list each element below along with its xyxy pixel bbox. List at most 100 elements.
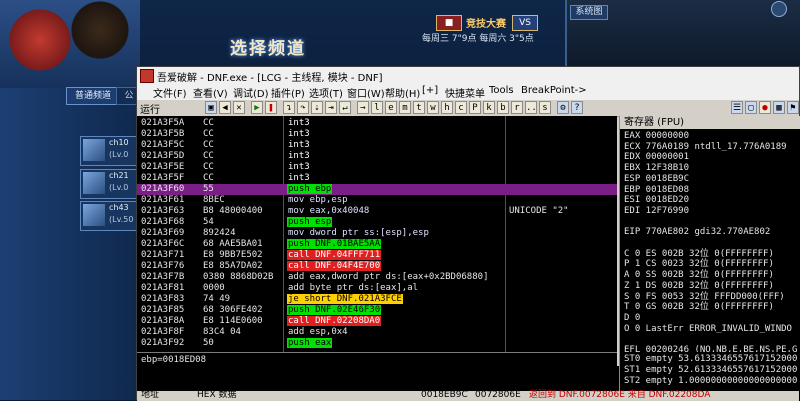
channel-level: (Lv.0 [109,150,129,159]
run-icon[interactable]: ▶ [251,101,263,114]
disasm-row[interactable]: 021A3F5E CC int3 [137,162,617,173]
toolbar-letter-h[interactable]: h [441,101,453,114]
pause-icon[interactable]: ❚ [265,101,277,114]
instruction-text: add byte ptr ds:[eax],al [288,283,419,293]
title-bar[interactable]: 吾爱破解 - DNF.exe - [LCG - 主线程, 模块 - DNF] [137,67,799,85]
registers-panel[interactable]: 寄存器 (FPU) EAX 00000000 ECX 776A0189 ntdll… [619,116,800,352]
disasm-row[interactable]: 021A3F63 B8 48000400 mov eax,0x40048 UNICOD… [137,206,617,217]
instruction-text: int3 [288,129,310,139]
toolbar-letter-e[interactable]: e [385,101,397,114]
menu-shortcut[interactable]: 快捷菜单 [445,85,485,100]
disasm-instruction: int3 [287,173,311,184]
disasm-row[interactable]: 021A3F92 50 push eax [137,338,617,349]
menu-options[interactable]: 选项(T) [309,85,343,100]
event-schedule: 每周三 7"9点 每周六 3"5点 [422,34,534,44]
layout-icon[interactable]: ▦ [773,101,785,114]
disasm-row[interactable]: 021A3F8F 83C4 04 add esp,0x4 [137,327,617,338]
menu-view[interactable]: 查看(V) [193,85,228,100]
disasm-row[interactable]: 021A3F5B CC int3 [137,129,617,140]
toolbar-letter-w[interactable]: w [427,101,439,114]
info-line: ebp=0018ED08 [137,352,617,367]
disasm-hex: 83C4 04 [203,327,241,337]
disasm-address: 021A3F76 [141,261,185,271]
toolbar-letter-t[interactable]: t [413,101,425,114]
toolbar-more[interactable]: ... [525,101,542,114]
game-menu-button[interactable] [771,1,787,17]
tab-normal-channel[interactable]: 普通频道 [66,87,120,105]
disasm-row[interactable]: 021A3F71 E8 9BB7E502 call DNF.04FFF711 [137,250,617,261]
instruction-text: int3 [288,151,310,161]
disassembly-panel[interactable]: 021A3F5A CC int3 021A3F5B CC int3 021A3F5C CC in… [137,116,617,352]
disasm-instruction: add esp,0x4 [287,327,349,338]
help-icon[interactable]: ? [571,101,583,114]
toolbar-letter-r[interactable]: r [511,101,523,114]
channel-slot[interactable]: ch10 (Lv.0 [80,136,138,166]
disasm-hex: CC [203,129,214,139]
instruction-text: push DNF.02E46F30 [287,305,382,315]
open-icon[interactable]: ▣ [205,101,217,114]
menu-tools[interactable]: Tools [489,85,514,96]
menu-window[interactable]: 窗口(W) [347,85,385,100]
disasm-row[interactable]: 021A3F6C 68 AAE5BA01 push DNF.01BAE5AA [137,239,617,250]
trace-over-icon[interactable]: ⇥ [325,101,337,114]
toolbar-letter-p[interactable]: P [469,101,481,114]
go-to-icon[interactable]: → [357,101,369,114]
bookmark-icon[interactable]: ⚑ [787,101,799,114]
menu-plus[interactable]: [+] [422,85,438,96]
toolbar-letter-b[interactable]: b [497,101,509,114]
disasm-instruction: push eax [287,338,333,349]
close-process-icon[interactable]: ✕ [233,101,245,114]
disasm-row[interactable]: 021A3F68 54 push esp [137,217,617,228]
menu-help[interactable]: 帮助(H) [385,85,420,100]
instruction-text: mov dword ptr ss:[esp],esp [288,228,429,238]
channel-slot[interactable]: ch21 (Lv.0 [80,169,138,199]
debugger-window[interactable]: 吾爱破解 - DNF.exe - [LCG - 主线程, 模块 - DNF] 文… [136,66,800,401]
menu-breakpoint[interactable]: BreakPoint-> [521,85,587,96]
instruction-text: call DNF.04FFF711 [287,250,382,260]
disasm-address: 021A3F8F [141,327,185,337]
toolbar-letter-s[interactable]: s [539,101,551,114]
restart-icon[interactable]: ◀ [219,101,231,114]
disasm-row[interactable]: 021A3F60 55 push ebp [137,184,617,195]
step-into-icon[interactable]: ↴ [283,101,295,114]
disasm-row[interactable]: 021A3F61 8BEC mov ebp,esp [137,195,617,206]
toolbar-letter-m[interactable]: m [399,101,411,114]
disasm-hex: 68 306FE402 [203,305,263,315]
disasm-row[interactable]: 021A3F5C CC int3 [137,140,617,151]
execute-till-return-icon[interactable]: ↵ [339,101,351,114]
disasm-row[interactable]: 021A3F5D CC int3 [137,151,617,162]
disasm-hex: 68 AAE5BA01 [203,239,263,249]
record-icon[interactable]: ● [759,101,771,114]
menu-plugins[interactable]: 插件(P) [271,85,305,100]
disasm-row[interactable]: 021A3F76 E8 85A7DA02 call DNF.04F4E700 [137,261,617,272]
disasm-row[interactable]: 021A3F8A E8 114E0600 call DNF.02208DA0 [137,316,617,327]
disasm-instruction: int3 [287,151,311,162]
toolbar-letter-k[interactable]: k [483,101,495,114]
disasm-address: 021A3F85 [141,305,185,315]
register-line: ESP 0018EB9C [624,173,690,184]
step-over-icon[interactable]: ↷ [297,101,309,114]
disasm-row[interactable]: 021A3F81 0000 add byte ptr ds:[eax],al [137,283,617,294]
disasm-row[interactable]: 021A3F69 892424 mov dword ptr ss:[esp],esp [137,228,617,239]
disasm-row[interactable]: 021A3F5F CC int3 [137,173,617,184]
trace-into-icon[interactable]: ⇣ [311,101,323,114]
register-line: P 1 CS 0023 32位 0(FFFFFFFF) [624,259,774,270]
settings-icon[interactable]: ⚙ [557,101,569,114]
disasm-row[interactable]: 021A3F83 74 49 je short DNF.021A3FCE [137,294,617,305]
disasm-row[interactable]: 021A3F7B 0380 8868D02B add eax,dword ptr d… [137,272,617,283]
instruction-text: int3 [288,173,310,183]
channel-slot[interactable]: ch43 (Lv.50 [80,201,138,231]
address-column-label: 地址 [141,390,160,400]
window-icon[interactable]: ▢ [745,101,757,114]
disasm-row[interactable]: 021A3F5A CC int3 [137,118,617,129]
disasm-hex: B8 48000400 [203,206,263,216]
toolbar-letter-c[interactable]: c [455,101,467,114]
list-icon[interactable]: ☰ [731,101,743,114]
menu-file[interactable]: 文件(F) [153,85,187,100]
channel-name: ch10 [109,138,129,147]
toolbar-letter-l[interactable]: l [371,101,383,114]
war-event-label: 竞技大赛 [466,19,506,30]
disasm-row[interactable]: 021A3F85 68 306FE402 push DNF.02E46F30 [137,305,617,316]
menu-debug[interactable]: 调试(D) [233,85,269,100]
disasm-address: 021A3F5A [141,118,185,128]
